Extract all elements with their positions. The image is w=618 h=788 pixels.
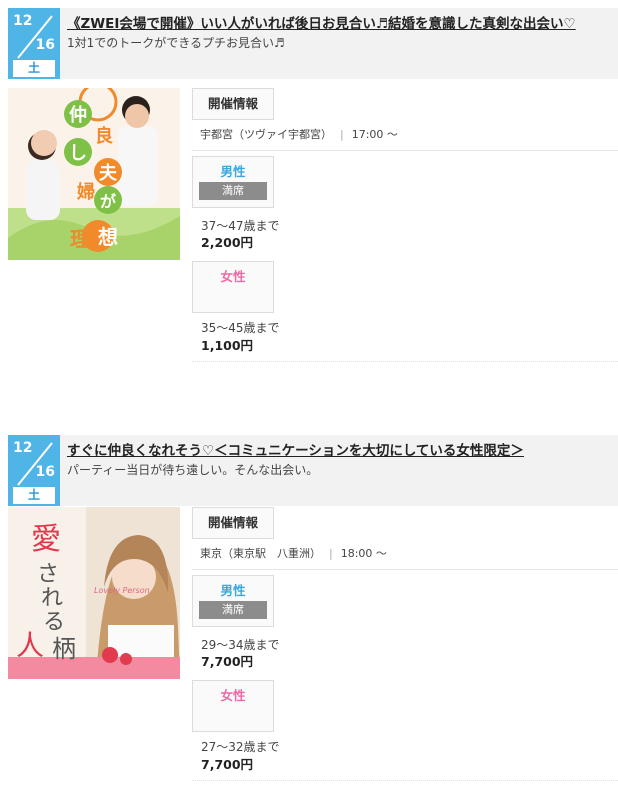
image-char: 夫 <box>99 162 118 184</box>
info-tag: 開催情報 <box>192 507 274 539</box>
female-age: 35～45歳まで <box>201 321 280 335</box>
male-price: 7,700円 <box>201 654 254 669</box>
event-image[interactable]: 仲 良 し 夫 婦 が 理 想 <box>8 88 180 260</box>
event-date: 12 16 土 <box>8 8 60 79</box>
image-char: 柄 <box>52 635 76 663</box>
venue-name: 東京（東京駅 八重洲） <box>200 547 321 560</box>
image-char: さ <box>37 562 59 587</box>
image-char: し <box>69 143 87 164</box>
event-month: 12 <box>13 13 33 29</box>
venue-name: 宇都宮（ツヴァイ宇都宮） <box>200 128 332 141</box>
male-label: 男性 <box>220 583 246 598</box>
male-price: 2,200円 <box>201 235 254 250</box>
image-char: 理 <box>70 227 90 251</box>
divider <box>192 569 618 570</box>
male-age: 37～47歳まで <box>201 219 280 233</box>
event-header: 12 16 土 《ZWEI会場で開催》いい人がいれば後日お見合い♬結婚を意識した… <box>8 8 618 79</box>
event-month: 12 <box>13 440 33 456</box>
divider <box>192 780 618 781</box>
event-day: 16 <box>35 464 55 480</box>
female-age: 27～32歳まで <box>201 740 280 754</box>
info-tag: 開催情報 <box>192 88 274 120</box>
male-label: 男性 <box>220 164 246 179</box>
event-title-link[interactable]: すぐに仲良くなれそう♡＜コミュニケーションを大切にしている女性限定＞ <box>67 443 615 459</box>
event-image[interactable]: 愛 さ れ る 人 柄 Lovely Person <box>8 507 180 679</box>
female-label: 女性 <box>220 269 246 284</box>
status-badge: 満席 <box>199 182 267 200</box>
divider <box>192 150 618 151</box>
female-price: 1,100円 <box>201 338 254 353</box>
event-weekday: 土 <box>13 487 55 504</box>
male-age: 29～34歳まで <box>201 638 280 652</box>
event-header: 12 16 土 すぐに仲良くなれそう♡＜コミュニケーションを大切にしている女性限… <box>8 435 618 506</box>
event-venue: 宇都宮（ツヴァイ宇都宮） | 17:00 ～ <box>200 128 398 142</box>
female-box: 女性 <box>192 261 274 313</box>
event-time: 17:00 ～ <box>351 128 398 141</box>
separator: | <box>329 547 333 560</box>
image-char: が <box>100 192 116 211</box>
event-day: 16 <box>35 37 55 53</box>
male-box: 男性 満席 <box>192 156 274 208</box>
event-time: 18:00 ～ <box>340 547 387 560</box>
event-title-link[interactable]: 《ZWEI会場で開催》いい人がいれば後日お見合い♬結婚を意識した真剣な出会い♡ <box>67 16 615 32</box>
separator: | <box>340 128 344 141</box>
event-date: 12 16 土 <box>8 435 60 506</box>
divider <box>192 361 618 362</box>
event-subtitle: パーティー当日が待ち遠しい。そんな出会い。 <box>67 463 319 477</box>
image-char: 婦 <box>76 181 95 203</box>
event-weekday: 土 <box>13 60 55 77</box>
image-char: 想 <box>98 225 118 249</box>
image-script: Lovely Person <box>94 586 150 595</box>
event-venue: 東京（東京駅 八重洲） | 18:00 ～ <box>200 547 387 561</box>
image-char: る <box>43 610 65 635</box>
image-char: 愛 <box>31 522 61 557</box>
event-subtitle: 1対1でのトークができるプチお見合い♬ <box>67 36 285 50</box>
status-badge: 満席 <box>199 601 267 619</box>
image-char: 人 <box>16 629 44 662</box>
female-box: 女性 <box>192 680 274 732</box>
female-price: 7,700円 <box>201 757 254 772</box>
image-char: れ <box>41 586 63 611</box>
female-label: 女性 <box>220 688 246 703</box>
image-char: 良 <box>95 125 113 147</box>
male-box: 男性 満席 <box>192 575 274 627</box>
image-char: 仲 <box>69 104 87 126</box>
